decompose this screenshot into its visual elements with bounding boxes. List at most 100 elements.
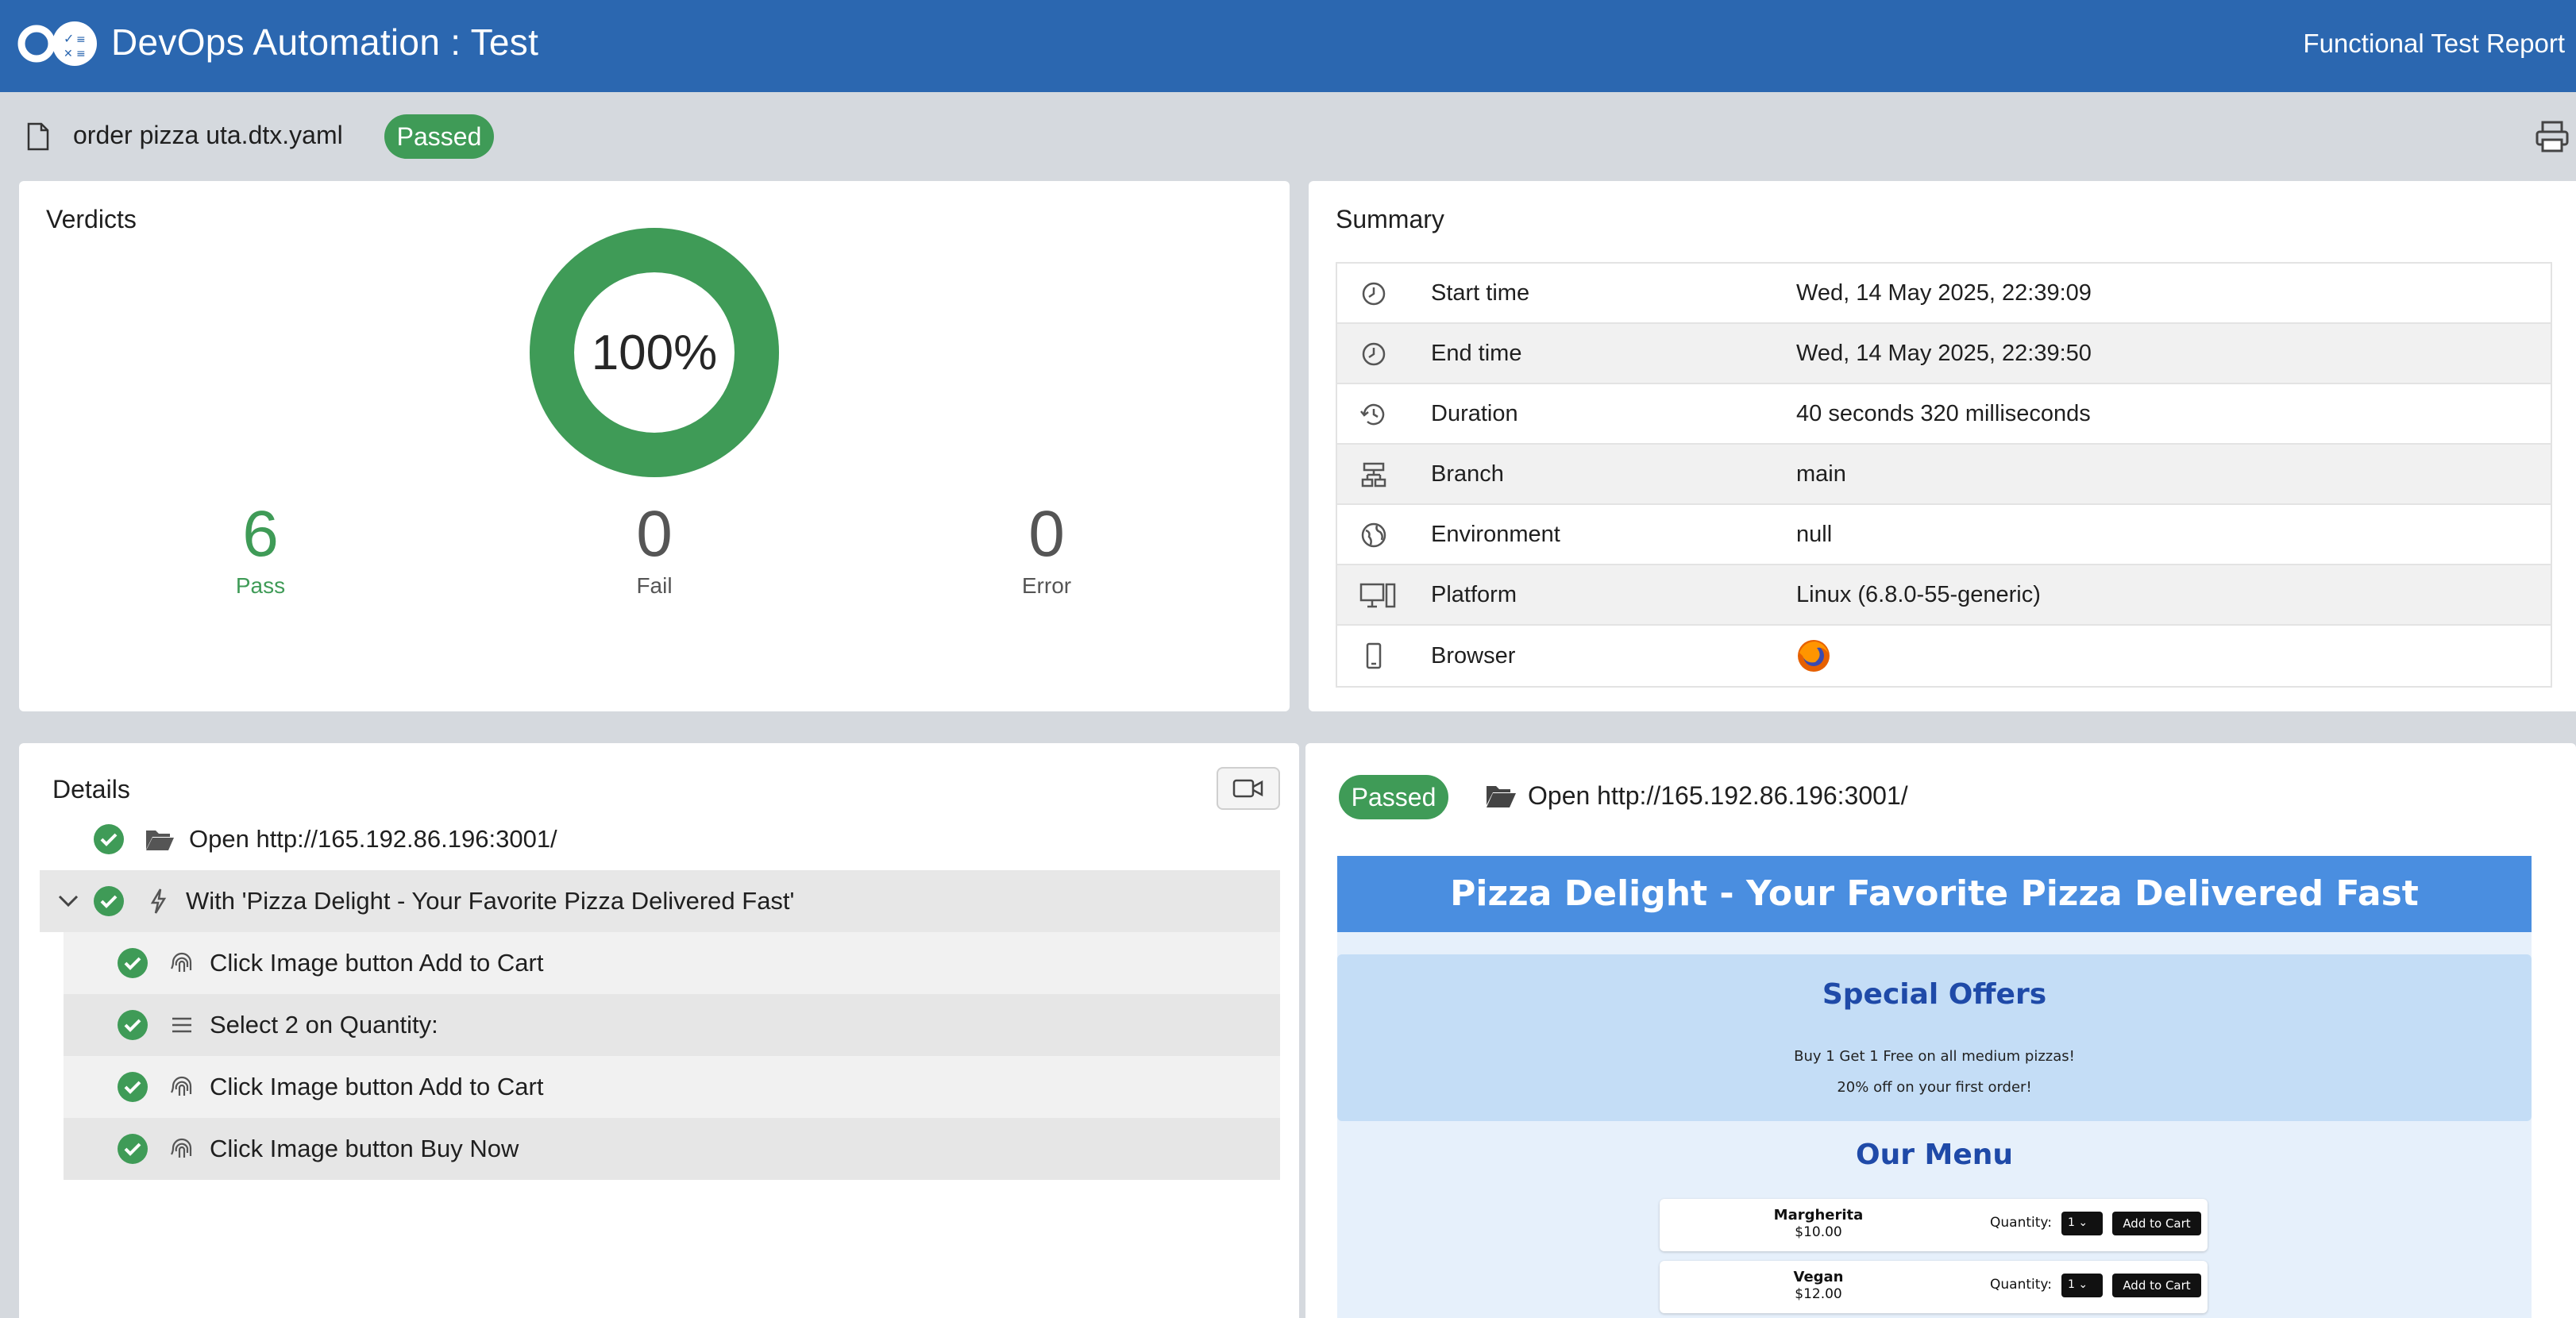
summary-table: Start time Wed, 14 May 2025, 22:39:09 En… xyxy=(1336,262,2552,688)
step-row[interactable]: Select 2 on Quantity: xyxy=(64,994,1280,1056)
summary-label: Duration xyxy=(1431,400,1518,426)
summary-value: main xyxy=(1796,461,1846,487)
branch-icon xyxy=(1361,462,1386,488)
item-name: Vegan xyxy=(1793,1269,1844,1285)
add-to-cart-button: Add to Cart xyxy=(2112,1274,2201,1297)
print-icon[interactable] xyxy=(2535,119,2570,154)
summary-label: Browser xyxy=(1431,642,1516,669)
offers-title: Special Offers xyxy=(1822,978,2047,1011)
item-name: Margherita xyxy=(1773,1207,1864,1224)
fingerprint-icon xyxy=(171,1076,192,1096)
passed-check-icon xyxy=(118,948,148,978)
summary-label: End time xyxy=(1431,340,1522,366)
fail-label: Fail xyxy=(636,573,673,598)
error-count: 0 xyxy=(1028,498,1065,570)
file-name: order pizza uta.dtx.yaml xyxy=(73,121,343,149)
step-text: Click Image button Add to Cart xyxy=(210,1073,544,1100)
summary-label: Branch xyxy=(1431,461,1504,487)
summary-value: null xyxy=(1796,521,1833,547)
step-group-row[interactable]: With 'Pizza Delight - Your Favorite Pizz… xyxy=(40,870,1280,932)
fail-count: 0 xyxy=(636,498,673,570)
preview-status-badge: Passed xyxy=(1339,775,1448,819)
chevron-down-icon[interactable] xyxy=(56,888,81,913)
summary-value: Wed, 14 May 2025, 22:39:09 xyxy=(1796,279,2092,306)
offer-line: 20% off on your first order! xyxy=(1837,1079,2032,1096)
step-row[interactable]: Open http://165.192.86.196:3001/ xyxy=(19,808,1299,870)
summary-label: Environment xyxy=(1431,521,1560,547)
summary-title: Summary xyxy=(1336,205,1444,233)
svg-text:≡: ≡ xyxy=(76,48,86,60)
menu-item: Margherita $10.00 Quantity: 1 ⌄ Add to C… xyxy=(1660,1199,2208,1251)
page-screenshot: Pizza Delight - Your Favorite Pizza Deli… xyxy=(1337,856,2532,1318)
report-type-label[interactable]: Functional Test Report xyxy=(2303,29,2565,59)
summary-row-end-time: End time Wed, 14 May 2025, 22:39:50 xyxy=(1337,324,2551,384)
verdicts-card: Verdicts 100% 6 Pass 0 Fail 0 Error xyxy=(19,181,1290,711)
verdicts-title: Verdicts xyxy=(46,205,137,233)
step-text: Open http://165.192.86.196:3001/ xyxy=(189,825,557,853)
step-text: Select 2 on Quantity: xyxy=(210,1011,438,1039)
summary-label: Platform xyxy=(1431,581,1517,607)
item-price: $12.00 xyxy=(1795,1286,1842,1302)
summary-value: Linux (6.8.0-55-generic) xyxy=(1796,581,2041,607)
video-icon xyxy=(1232,779,1263,798)
quantity-label: Quantity: xyxy=(1990,1277,2052,1293)
step-text: Click Image button Buy Now xyxy=(210,1135,519,1162)
error-label: Error xyxy=(1021,573,1072,598)
step-row[interactable]: Click Image button Add to Cart xyxy=(64,1056,1280,1118)
folder-open-icon xyxy=(1487,786,1516,807)
summary-row-duration: Duration 40 seconds 320 milliseconds xyxy=(1337,384,2551,445)
summary-row-browser: Browser xyxy=(1337,626,2551,686)
error-stat: 0 Error xyxy=(959,499,1134,599)
devops-logo-icon: ✓ ≡ ✕ ≡ xyxy=(17,21,97,66)
preview-step-title: Open http://165.192.86.196:3001/ xyxy=(1528,781,1908,810)
mobile-icon xyxy=(1366,642,1382,669)
summary-value: 40 seconds 320 milliseconds xyxy=(1796,400,2091,426)
passed-check-icon xyxy=(94,886,124,916)
globe-icon xyxy=(1361,522,1386,548)
quantity-value: 1 xyxy=(2068,1216,2075,1229)
add-to-cart-button: Add to Cart xyxy=(2112,1212,2201,1235)
pass-stat: 6 Pass xyxy=(173,499,348,599)
clock-icon xyxy=(1362,282,1386,306)
firefox-icon xyxy=(1798,640,1830,672)
passed-check-icon xyxy=(118,1072,148,1102)
monitor-icon xyxy=(1359,583,1396,608)
fingerprint-icon xyxy=(171,1138,192,1158)
svg-text:✓: ✓ xyxy=(64,31,74,46)
quantity-select: 1 ⌄ xyxy=(2061,1274,2103,1297)
step-text: With 'Pizza Delight - Your Favorite Pizz… xyxy=(186,887,795,915)
step-row[interactable]: Click Image button Add to Cart xyxy=(64,932,1280,994)
summary-row-branch: Branch main xyxy=(1337,445,2551,505)
step-row[interactable]: Click Image button Buy Now xyxy=(64,1118,1280,1180)
summary-label: Start time xyxy=(1431,279,1530,306)
quantity-value: 1 xyxy=(2068,1278,2075,1291)
bolt-icon xyxy=(150,888,167,914)
app-header: ✓ ≡ ✕ ≡ DevOps Automation : Test Functio… xyxy=(0,0,2576,92)
quantity-label: Quantity: xyxy=(1990,1215,2052,1231)
passed-check-icon xyxy=(94,824,124,854)
clock-icon xyxy=(1362,342,1386,366)
fingerprint-icon xyxy=(171,952,192,972)
summary-row-start-time: Start time Wed, 14 May 2025, 22:39:09 xyxy=(1337,264,2551,324)
menu-item: Vegan $12.00 Quantity: 1 ⌄ Add to Cart xyxy=(1660,1261,2208,1313)
details-title: Details xyxy=(52,775,130,804)
summary-row-platform: Platform Linux (6.8.0-55-generic) xyxy=(1337,565,2551,626)
summary-card: Summary Start time Wed, 14 May 2025, 22:… xyxy=(1309,181,2576,711)
details-card: Details Open http://165.192.86.196:3001/… xyxy=(19,743,1299,1318)
fail-stat: 0 Fail xyxy=(567,499,742,599)
list-icon xyxy=(172,1017,191,1033)
site-heading: Pizza Delight - Your Favorite Pizza Deli… xyxy=(1337,856,2532,932)
summary-row-environment: Environment null xyxy=(1337,505,2551,565)
app-title: DevOps Automation : Test xyxy=(111,21,539,63)
pass-label: Pass xyxy=(235,573,286,598)
video-button[interactable] xyxy=(1217,767,1280,810)
summary-value: Wed, 14 May 2025, 22:39:50 xyxy=(1796,340,2092,366)
offer-line: Buy 1 Get 1 Free on all medium pizzas! xyxy=(1794,1048,2075,1065)
folder-open-icon xyxy=(146,830,174,850)
svg-text:✕: ✕ xyxy=(64,48,73,60)
passed-check-icon xyxy=(118,1134,148,1164)
file-bar: order pizza uta.dtx.yaml Passed xyxy=(0,92,2576,181)
pass-percentage: 100% xyxy=(591,325,718,380)
svg-text:≡: ≡ xyxy=(76,33,86,46)
item-price: $10.00 xyxy=(1795,1224,1842,1240)
